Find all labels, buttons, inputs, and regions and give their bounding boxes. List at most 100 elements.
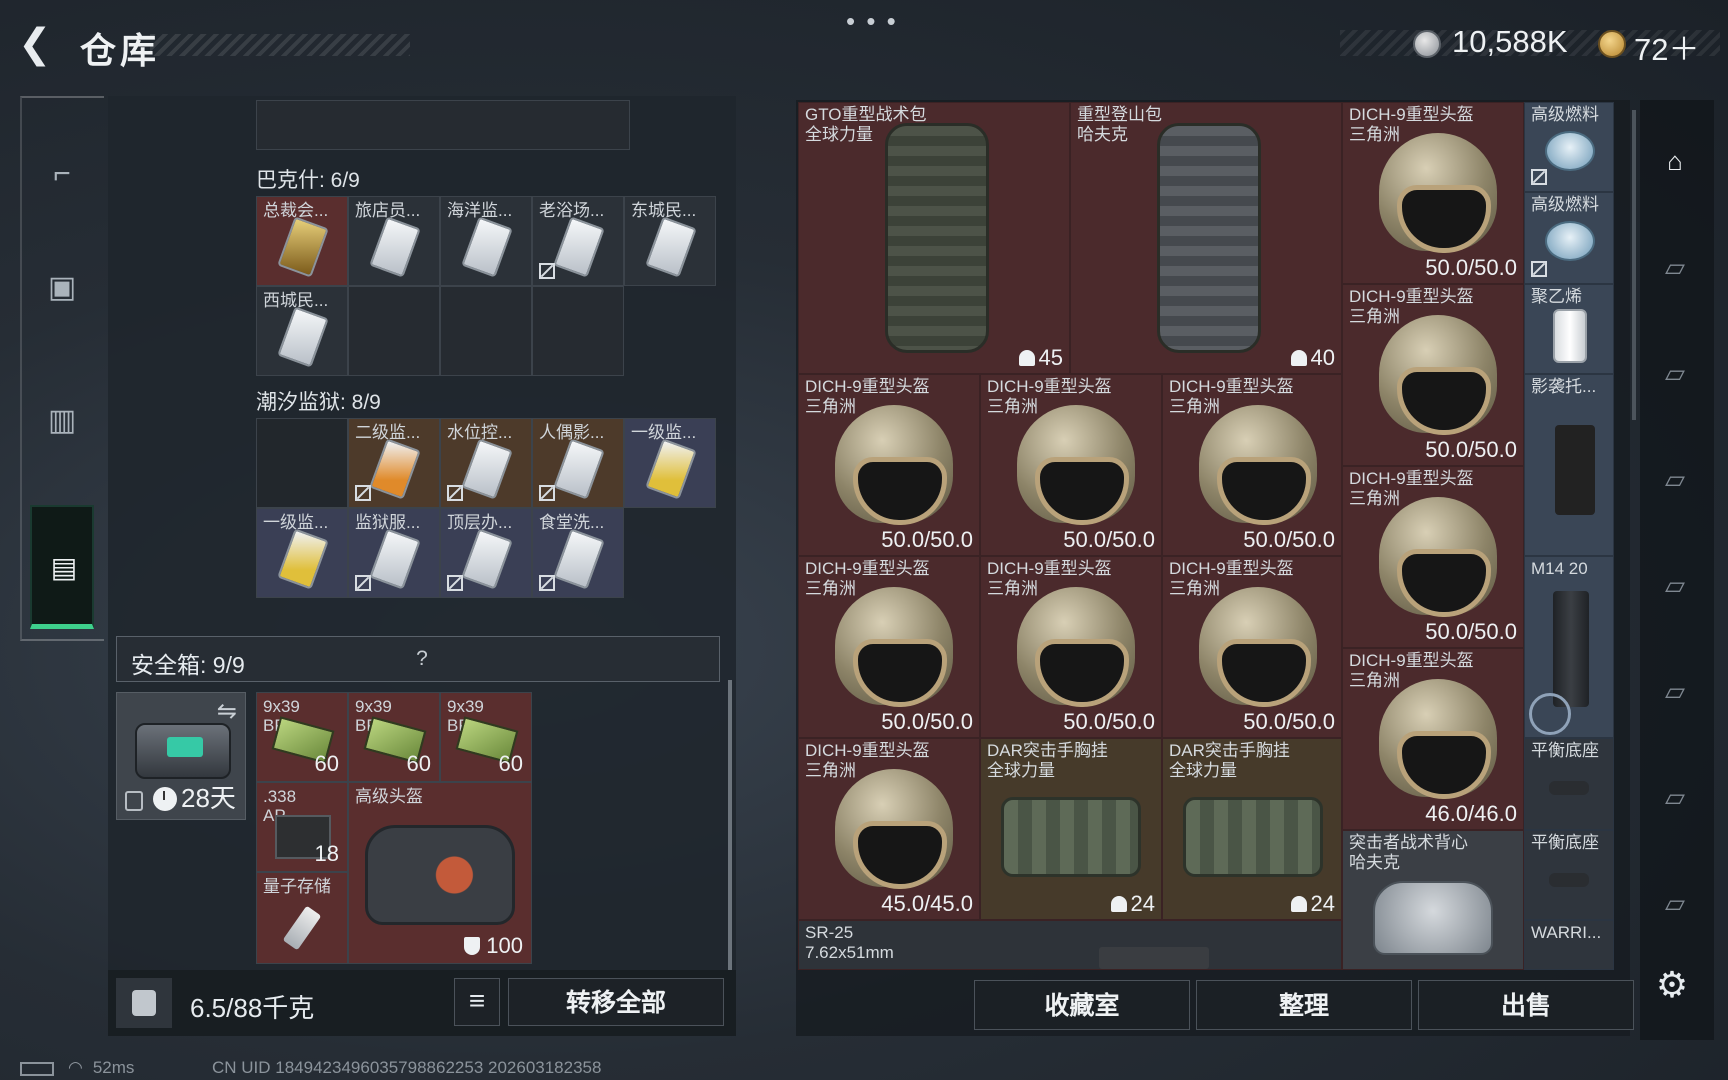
safe-box-item[interactable]: ⇋ 28天 xyxy=(116,692,246,820)
keycard-item[interactable]: 监狱服... xyxy=(348,508,440,598)
keycard-icon xyxy=(369,528,421,590)
warrior-item[interactable]: WARRI... xyxy=(1524,920,1614,970)
helmet-item[interactable]: DICH-9重型头盔 三角洲 50.0/50.0 xyxy=(798,374,980,556)
storage-bottom-bar: 6.5/88千克 ≡ 转移全部 xyxy=(108,970,736,1036)
keycard-item[interactable]: 人偶影... xyxy=(532,418,624,508)
helmet-item[interactable]: DICH-9重型头盔 三角洲 50.0/50.0 xyxy=(1162,556,1342,738)
helmet-image xyxy=(1379,679,1497,799)
vest-item[interactable]: 突击者战术背心 哈夫克 xyxy=(1342,830,1524,970)
backpack-icon[interactable]: ▣ xyxy=(44,270,80,306)
back-button[interactable]: ❮ xyxy=(18,22,68,66)
helmet-item[interactable]: DICH-9重型头盔 三角洲 50.0/50.0 xyxy=(1162,374,1342,556)
tier4-icon[interactable]: ▱ xyxy=(1652,774,1698,820)
fuel-can-icon xyxy=(1545,131,1595,171)
ammo-item[interactable]: 9x39 BP 60 xyxy=(256,692,348,782)
tier4-icon[interactable]: ▱ xyxy=(1652,562,1698,608)
ammo-item[interactable]: 9x39 BP 60 xyxy=(440,692,532,782)
empty-slot[interactable] xyxy=(440,286,532,376)
weight-icon xyxy=(116,978,172,1028)
tier4-icon[interactable]: ▱ xyxy=(1652,668,1698,714)
keycard-item[interactable]: 总裁会... xyxy=(256,196,348,286)
chest-rig-item[interactable]: DAR突击手胸挂 全球力量 24 xyxy=(1162,738,1342,920)
empty-slot[interactable] xyxy=(532,286,624,376)
helmet-image xyxy=(1379,315,1497,435)
helmet-item[interactable]: DICH-9重型头盔 三角洲 45.0/45.0 xyxy=(798,738,980,920)
item-durability: 50.0/50.0 xyxy=(881,527,973,552)
unlootable-icon xyxy=(447,485,463,501)
helmet-image xyxy=(1017,405,1135,525)
empty-slot[interactable] xyxy=(256,418,348,508)
helmet-image xyxy=(835,587,953,707)
helmet-item[interactable]: DICH-9重型头盔 三角洲 50.0/50.0 xyxy=(1342,284,1524,466)
swap-icon[interactable]: ⇋ xyxy=(217,697,237,726)
fuel-item[interactable]: 高级燃料 xyxy=(1524,102,1614,192)
helmet-item[interactable]: DICH-9重型头盔 三角洲 50.0/50.0 xyxy=(980,374,1162,556)
unlootable-icon xyxy=(355,575,371,591)
item-label: WARRI... xyxy=(1531,923,1602,942)
tier4-icon[interactable]: ▱ xyxy=(1652,880,1698,926)
helmet-item[interactable]: DICH-9重型头盔 三角洲 50.0/50.0 xyxy=(980,556,1162,738)
stock-item[interactable]: 影袭托... xyxy=(1524,374,1614,556)
keycard-item[interactable]: 食堂洗... xyxy=(532,508,624,598)
ammo-item[interactable]: 9x39 BP 60 xyxy=(348,692,440,782)
roll-icon xyxy=(1553,309,1587,363)
keycard-item[interactable]: 一级监... xyxy=(256,508,348,598)
ping-value: 52ms xyxy=(92,1058,135,1077)
help-icon[interactable]: ? xyxy=(407,644,437,674)
chest-rig-item[interactable]: DAR突击手胸挂 全球力量 24 xyxy=(980,738,1162,920)
keycard-item[interactable]: 二级监... xyxy=(348,418,440,508)
helmet-item[interactable]: DICH-9重型头盔 三角洲 50.0/50.0 xyxy=(1342,466,1524,648)
helmet-image xyxy=(1199,587,1317,707)
keycard-item[interactable]: 东城民... xyxy=(624,196,716,286)
keycard-item[interactable]: 老浴场... xyxy=(532,196,624,286)
helmet-item[interactable]: DICH-9重型头盔 三角洲 50.0/50.0 xyxy=(798,556,980,738)
vest-icon[interactable]: ▥ xyxy=(44,403,80,439)
keycard-item[interactable]: 海洋监... xyxy=(440,196,532,286)
rifle-item[interactable]: SR-25 7.62x51mm xyxy=(798,920,1342,970)
collection-room-button[interactable]: 收藏室 xyxy=(974,980,1190,1030)
helmet-bag-item[interactable]: 高级头盔 100 xyxy=(348,782,532,964)
keycard-item[interactable]: 顶层办... xyxy=(440,508,532,598)
backpack-item[interactable]: 重型登山包 哈夫克 40 xyxy=(1070,102,1342,374)
quantum-storage-item[interactable]: 量子存储 xyxy=(256,872,348,964)
mount-item[interactable]: 平衡底座 xyxy=(1524,830,1614,920)
helmet-item[interactable]: DICH-9重型头盔 三角洲 46.0/46.0 xyxy=(1342,648,1524,830)
polyethylene-item[interactable]: 聚乙烯 xyxy=(1524,284,1614,374)
page-title: 仓库 xyxy=(80,30,161,71)
shield-icon xyxy=(464,937,481,955)
inventory-scrollbar[interactable] xyxy=(1632,110,1636,420)
home-icon[interactable]: ⌂ xyxy=(1652,138,1698,184)
rig-image xyxy=(1183,797,1323,877)
keycard-item[interactable]: 水位控... xyxy=(440,418,532,508)
tier4-icon[interactable]: ▱ xyxy=(1652,350,1698,396)
gear-icon[interactable]: ⚙ xyxy=(1652,965,1692,1005)
backpack-item[interactable]: GTO重型战术包 全球力量 45 xyxy=(798,102,1070,374)
unlootable-icon xyxy=(1531,261,1547,277)
unlootable-icon xyxy=(1531,169,1547,185)
rig-image xyxy=(1001,797,1141,877)
tier4-icon[interactable]: ▱ xyxy=(1652,244,1698,290)
gold-amount[interactable]: 72＋ xyxy=(1634,24,1699,69)
item-capacity: 40 xyxy=(1290,345,1335,371)
magazine-item[interactable]: M14 20 xyxy=(1524,556,1614,738)
fuel-item[interactable]: 高级燃料 xyxy=(1524,192,1614,284)
storage-scrollbar[interactable] xyxy=(728,680,732,970)
sell-button[interactable]: 出售 xyxy=(1418,980,1634,1030)
list-view-button[interactable]: ≡ xyxy=(454,978,500,1026)
helmet-item[interactable]: DICH-9重型头盔 三角洲 50.0/50.0 xyxy=(1342,102,1524,284)
mount-item[interactable]: 平衡底座 xyxy=(1524,738,1614,830)
keycard-item[interactable]: 一级监... xyxy=(624,418,716,508)
nav-tab-toolbox[interactable]: ▤ xyxy=(30,505,94,629)
tier4-icon[interactable]: ▱ xyxy=(1652,456,1698,502)
gun-icon[interactable]: ⌐ xyxy=(44,156,80,192)
keycard-item[interactable]: 旅店员... xyxy=(348,196,440,286)
keycard-item[interactable]: 西城民... xyxy=(256,286,348,376)
ammo-item[interactable]: .338 AP 18 xyxy=(256,782,348,872)
more-dots-icon[interactable]: • • • xyxy=(846,6,898,37)
helmet-image xyxy=(835,769,953,889)
helmet-image xyxy=(1379,133,1497,253)
sort-button[interactable]: 整理 xyxy=(1196,980,1412,1030)
clock-icon xyxy=(153,787,177,811)
transfer-all-button[interactable]: 转移全部 xyxy=(508,978,724,1026)
empty-slot[interactable] xyxy=(348,286,440,376)
